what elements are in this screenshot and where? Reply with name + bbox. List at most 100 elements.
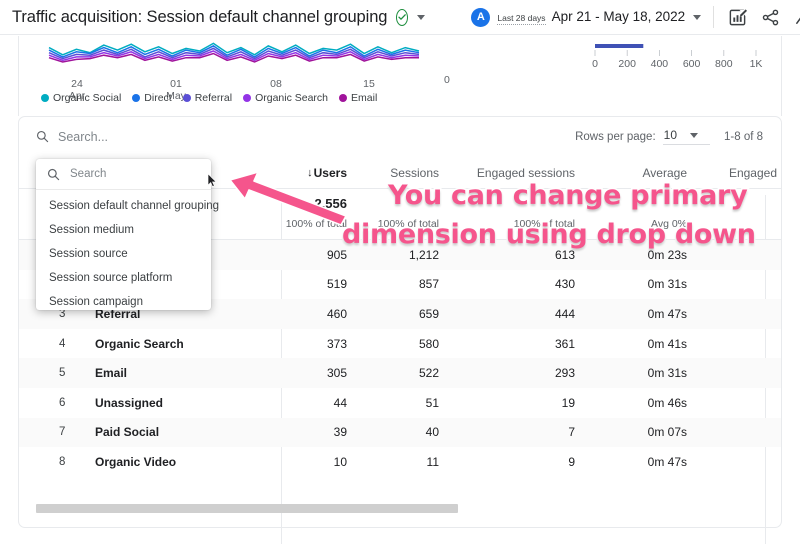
pagination-range: 1-8 of 8 (724, 130, 763, 143)
row-cell-users: 10 (333, 454, 347, 469)
dimension-dropdown-menu[interactable]: Search Session default channel grouping S… (36, 159, 219, 310)
row-cell-sessions: 40 (425, 425, 439, 440)
legend-label: Organic Search (255, 92, 329, 104)
bar-axis-tick-label: 400 (651, 58, 669, 70)
mouse-cursor-icon (207, 173, 218, 188)
table-row[interactable]: 7 Paid Social 39 40 7 0m 07s (19, 417, 781, 448)
x-tick: 15 (363, 78, 375, 90)
rows-per-page-select[interactable]: 10 (662, 128, 710, 145)
date-range-selector[interactable]: Last 28 days Apr 21 - May 18, 2022 (497, 9, 685, 25)
x-tick: 08 (270, 78, 282, 90)
dropdown-item[interactable]: Session campaign (36, 290, 211, 314)
table-row[interactable]: 5 Email 305 522 293 0m 31s (19, 358, 781, 388)
row-dimension-name[interactable]: Paid Social (95, 418, 159, 448)
row-dimension-name[interactable]: Organic Video (95, 447, 176, 477)
sessions-line-chart (48, 42, 420, 63)
row-index: 5 (59, 367, 66, 380)
dropdown-item[interactable]: Session source (36, 242, 211, 266)
dropdown-item[interactable]: Session default channel grouping (36, 194, 219, 218)
legend-swatch-icon (132, 94, 141, 102)
row-cell-engaged: 293 (554, 366, 575, 381)
share-icon[interactable] (761, 8, 780, 27)
annotation-line-1: You can change primary (386, 178, 749, 212)
line-chart-legend: Organic Social Direct Referral Organic S… (41, 92, 377, 104)
legend-swatch-icon (182, 94, 191, 102)
horizontal-scrollbar[interactable] (36, 504, 458, 513)
row-cell-sessions: 11 (426, 454, 439, 469)
legend-label: Direct (144, 92, 172, 104)
table-row[interactable]: 4 Organic Search 373 580 361 0m 41s (19, 329, 781, 359)
row-cell-users: 373 (326, 336, 347, 351)
row-dimension-name[interactable]: Unassigned (95, 388, 163, 418)
avatar[interactable]: A (471, 7, 491, 27)
chevron-down-icon[interactable] (690, 132, 698, 138)
search-input[interactable]: Search... (36, 130, 108, 144)
legend-label: Organic Social (53, 92, 122, 104)
pink-arrow-icon (229, 171, 347, 226)
legend-swatch-icon (339, 94, 348, 102)
users-bar-chart: 0 200 400 600 800 1K (592, 44, 763, 70)
bar-axis-tick-label: 200 (618, 58, 636, 70)
legend-item[interactable]: Organic Social (41, 92, 121, 104)
legend-item[interactable]: Referral (182, 92, 233, 104)
row-cell-engaged: 444 (554, 306, 575, 321)
bar-axis-tick-label: 0 (592, 58, 598, 70)
rows-per-page-value: 10 (663, 128, 677, 142)
row-cell-engaged: 9 (568, 454, 575, 469)
row-cell-avg: 0m 31s (647, 366, 687, 381)
row-cell-sessions: 857 (418, 277, 439, 292)
line-chart-y-zero-label: 0 (444, 74, 450, 86)
row-index: 7 (59, 426, 66, 439)
table-row[interactable]: 8 Organic Video 10 11 9 0m 47s (19, 447, 781, 477)
row-cell-sessions: 580 (418, 336, 439, 351)
dropdown-search-placeholder: Search (70, 168, 107, 180)
row-cell-engaged: 361 (554, 336, 575, 351)
row-cell-users: 519 (326, 277, 347, 292)
row-cell-sessions: 659 (418, 306, 439, 321)
row-dimension-name[interactable]: Organic Search (95, 329, 184, 359)
legend-swatch-icon (41, 94, 49, 102)
dropdown-item[interactable]: Session medium (36, 218, 211, 242)
row-cell-sessions: 51 (425, 395, 439, 410)
dropdown-item-list: Session default channel grouping Session … (36, 190, 219, 314)
charts-strip: 24 Apr 01 May 08 15 0 Organic Social Direc… (18, 36, 782, 116)
rows-per-page-control[interactable]: Rows per page: 10 1-8 of 8 (575, 128, 763, 145)
date-range-label: Apr 21 - May 18, 2022 (551, 9, 686, 24)
row-index: 4 (59, 337, 66, 350)
table-row[interactable]: 6 Unassigned 44 51 19 0m 46s (19, 388, 781, 418)
page-header: Traffic acquisition: Session default cha… (0, 0, 800, 35)
row-cell-engaged: 7 (568, 425, 575, 440)
row-cell-avg: 0m 46s (647, 395, 687, 410)
page-title: Traffic acquisition: Session default cha… (12, 7, 388, 26)
row-cell-avg: 0m 47s (647, 306, 687, 321)
row-index: 6 (59, 396, 66, 409)
row-index: 8 (59, 455, 66, 468)
row-cell-sessions: 522 (418, 366, 439, 381)
bar-axis-tick-label: 600 (683, 58, 701, 70)
chevron-down-icon[interactable] (417, 14, 426, 20)
insights-icon[interactable] (794, 8, 800, 27)
chevron-down-icon[interactable] (693, 14, 702, 20)
search-icon (47, 168, 60, 180)
row-cell-avg: 0m 41s (647, 336, 687, 351)
dropdown-item[interactable]: Session source platform (36, 266, 211, 290)
date-preset-label: Last 28 days (497, 13, 546, 25)
legend-item[interactable]: Direct (132, 92, 172, 104)
bar-organic-social (595, 44, 644, 48)
bar-axis-tick-label: 1K (750, 58, 763, 70)
search-placeholder: Search... (58, 129, 109, 144)
row-cell-users: 460 (326, 306, 347, 321)
legend-item[interactable]: Organic Search (243, 92, 328, 104)
edit-report-icon[interactable] (728, 8, 748, 27)
legend-swatch-icon (243, 94, 252, 102)
row-dimension-name[interactable]: Email (95, 358, 127, 388)
check-circle-icon[interactable] (396, 8, 409, 26)
dropdown-search-input[interactable]: Search (36, 159, 211, 190)
header-divider (713, 6, 715, 28)
row-cell-engaged: 19 (561, 395, 575, 410)
row-cell-users: 39 (333, 425, 347, 440)
legend-item[interactable]: Email (339, 92, 377, 104)
annotation-line-2: dimension using drop down (340, 217, 757, 251)
search-icon (36, 130, 49, 143)
legend-label: Referral (194, 92, 233, 104)
